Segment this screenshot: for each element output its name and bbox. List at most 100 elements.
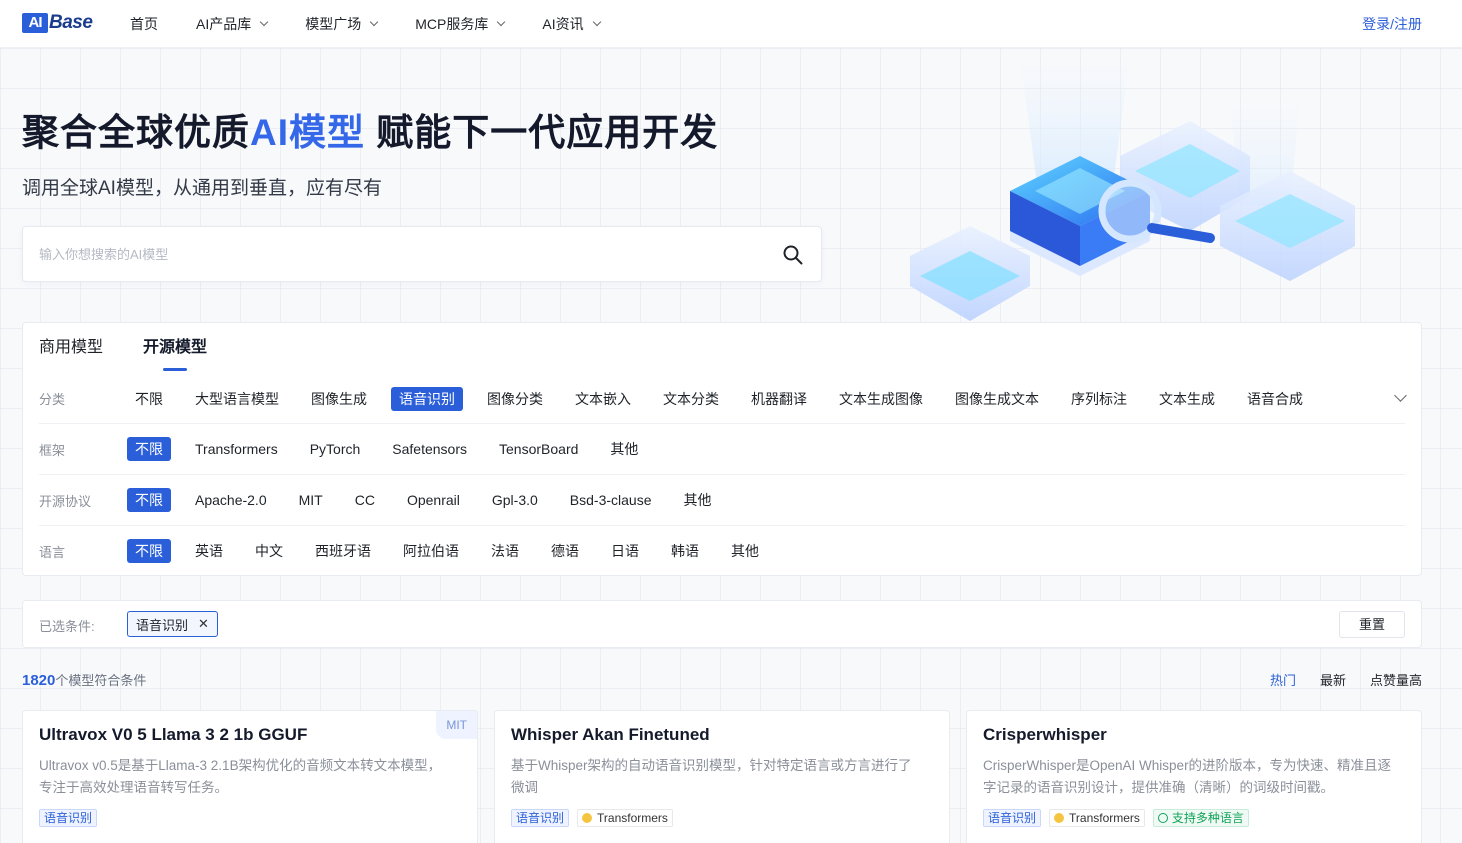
nav-item[interactable]: AI资讯 [542, 14, 601, 34]
filter-option-language[interactable]: 法语 [483, 539, 527, 563]
model-card-description: CrisperWhisper是OpenAI Whisper的进阶版本，专为快速、… [983, 758, 1392, 795]
login-register-link[interactable]: 登录/注册 [1362, 14, 1422, 34]
filter-option-language[interactable]: 其他 [723, 539, 767, 563]
selected-chip-label: 语音识别 [136, 617, 189, 633]
search-icon[interactable] [781, 243, 805, 267]
logo[interactable]: AI Base [22, 11, 93, 35]
model-card-title[interactable]: Crisperwhisper [983, 725, 1107, 745]
sort-option[interactable]: 最新 [1320, 670, 1346, 689]
chevron-down-icon [259, 17, 269, 27]
filter-option-license[interactable]: Bsd-3-clause [562, 488, 660, 512]
chevron-down-icon [592, 17, 601, 27]
filter-panel: 商用模型 开源模型 分类 不限 大型语言模型 图像生成 语音识别 图像分类 文本嵌入 文本分类… [22, 322, 1422, 576]
hero-subtitle: 调用全球AI模型，从通用到垂直，应有尽有 [22, 178, 382, 199]
filter-option-framework[interactable]: TensorBoard [491, 437, 586, 461]
license-options: 不限 Apache-2.0 MIT CC Openrail Gpl-3.0 Bsd-3-cl… [127, 488, 736, 512]
filter-option-category[interactable]: 文本生成 [1151, 387, 1223, 411]
filter-option-category[interactable]: 语音合成 [1239, 387, 1311, 411]
chevron-down-icon[interactable] [1394, 389, 1407, 402]
globe-icon [1157, 813, 1168, 823]
search-input[interactable] [39, 227, 759, 281]
filter-row-category: 分类 不限 大型语言模型 图像生成 语音识别 图像分类 文本嵌入 文本分类 机器翻译 文本生成图… [39, 373, 1407, 424]
model-card-tags: 语音识别 Transformers [511, 809, 681, 827]
filter-option-category[interactable]: 大型语言模型 [187, 387, 287, 411]
category-options: 不限 大型语言模型 图像生成 语音识别 图像分类 文本嵌入 文本分类 机器翻译 文本生成图像 图像… [127, 386, 1327, 411]
filter-option-language[interactable]: 阿拉伯语 [395, 539, 467, 563]
filter-option-framework[interactable]: Transformers [187, 437, 286, 461]
nav-menu: 首页 AI产品库 模型广场 MCP服务库 AI资讯 [130, 0, 638, 48]
model-tag: 支持多种语言 [1152, 809, 1249, 827]
close-icon[interactable]: ✕ [198, 616, 209, 632]
nav-item-label: AI资讯 [542, 16, 584, 32]
model-tag: 语音识别 [39, 809, 98, 827]
model-card[interactable]: Crisperwhisper CrisperWhisper是OpenAI Whis… [966, 710, 1422, 843]
filter-option-category[interactable]: 机器翻译 [743, 387, 815, 411]
filter-option-framework[interactable]: 不限 [127, 437, 171, 461]
framework-options: 不限 Transformers PyTorch Safetensors TensorBo… [127, 437, 662, 461]
huggingface-icon [1054, 813, 1065, 823]
filter-row-language: 语言 不限 英语 中文 西班牙语 阿拉伯语 法语 德语 日语 韩语 其他 [39, 525, 1405, 576]
filter-option-category[interactable]: 文本分类 [655, 387, 727, 411]
filter-option-language[interactable]: 英语 [187, 539, 231, 563]
nav-item[interactable]: MCP服务库 [415, 14, 506, 34]
filter-option-category[interactable]: 不限 [127, 387, 171, 411]
filter-option-category[interactable]: 图像分类 [479, 387, 551, 411]
hero-title-end: 赋能下一代应用开发 [365, 112, 719, 153]
filter-option-language[interactable]: 日语 [603, 539, 647, 563]
sort-option[interactable]: 点赞量高 [1370, 670, 1422, 689]
nav-item[interactable]: 模型广场 [305, 14, 379, 34]
sort-option[interactable]: 热门 [1270, 670, 1296, 689]
model-tag: Transformers [1049, 809, 1145, 827]
filter-option-category[interactable]: 图像生成文本 [947, 387, 1047, 411]
reset-button[interactable]: 重置 [1339, 611, 1405, 638]
nav-item[interactable]: AI产品库 [196, 14, 269, 34]
nav-item-label: 首页 [130, 16, 158, 32]
filter-option-license[interactable]: Gpl-3.0 [484, 488, 546, 512]
filter-option-language[interactable]: 中文 [247, 539, 291, 563]
filter-option-framework[interactable]: Safetensors [384, 437, 475, 461]
filter-option-category[interactable]: 序列标注 [1063, 387, 1135, 411]
filter-option-license[interactable]: 其他 [676, 488, 720, 512]
model-card[interactable]: Ultravox V0 5 Llama 3 2 1b GGUF Ultravox … [22, 710, 478, 843]
model-card[interactable]: Whisper Akan Finetuned 基于Whisper架构的自动语音识别… [494, 710, 950, 843]
model-card-description: 基于Whisper架构的自动语音识别模型，针对特定语言或方言进行了微调 [511, 758, 912, 795]
model-tag: 语音识别 [511, 809, 570, 827]
filter-option-framework[interactable]: PyTorch [302, 437, 369, 461]
filter-row-framework: 框架 不限 Transformers PyTorch Safetensors Tenso… [39, 423, 1405, 474]
filter-option-license[interactable]: Openrail [399, 488, 468, 512]
sort-options: 热门 最新 点赞量高 [1246, 670, 1422, 689]
tab-model-type[interactable]: 商用模型 [39, 323, 103, 371]
model-tag-label: 语音识别 [516, 811, 565, 825]
result-count-suffix: 个模型符合条件 [55, 673, 147, 688]
license-badge: MIT [436, 711, 477, 739]
logo-text: Base [49, 12, 93, 33]
tab-model-type[interactable]: 开源模型 [143, 323, 207, 371]
selected-chip[interactable]: 语音识别 ✕ [127, 611, 218, 637]
filter-option-language[interactable]: 韩语 [663, 539, 707, 563]
filter-label-framework: 框架 [39, 442, 66, 458]
filter-option-language[interactable]: 德语 [543, 539, 587, 563]
filter-option-category[interactable]: 文本生成图像 [831, 387, 931, 411]
filter-option-license[interactable]: 不限 [127, 488, 171, 512]
filter-option-license[interactable]: MIT [291, 488, 331, 512]
result-count-number: 1820 [22, 672, 56, 689]
model-card-title[interactable]: Ultravox V0 5 Llama 3 2 1b GGUF [39, 725, 307, 745]
filter-option-language[interactable]: 不限 [127, 539, 171, 563]
model-tag-label: 支持多种语言 [1171, 811, 1244, 825]
filter-label-language: 语言 [39, 544, 66, 560]
filter-option-category[interactable]: 文本嵌入 [567, 387, 639, 411]
filter-option-license[interactable]: Apache-2.0 [187, 488, 275, 512]
filter-option-language[interactable]: 西班牙语 [307, 539, 379, 563]
nav-item[interactable]: 首页 [130, 14, 158, 34]
chevron-down-icon [497, 17, 506, 27]
filter-option-framework[interactable]: 其他 [602, 437, 646, 461]
model-tag-label: Transformers [597, 811, 668, 825]
model-tag-label: 语音识别 [988, 811, 1037, 825]
filter-option-category[interactable]: 语音识别 [391, 386, 463, 411]
filter-option-license[interactable]: CC [347, 488, 383, 512]
model-search-box [22, 226, 822, 282]
result-count: 1820个模型符合条件 [22, 670, 146, 689]
model-card-title[interactable]: Whisper Akan Finetuned [511, 725, 710, 745]
nav-item-label: 模型广场 [305, 16, 362, 32]
filter-option-category[interactable]: 图像生成 [303, 387, 375, 411]
